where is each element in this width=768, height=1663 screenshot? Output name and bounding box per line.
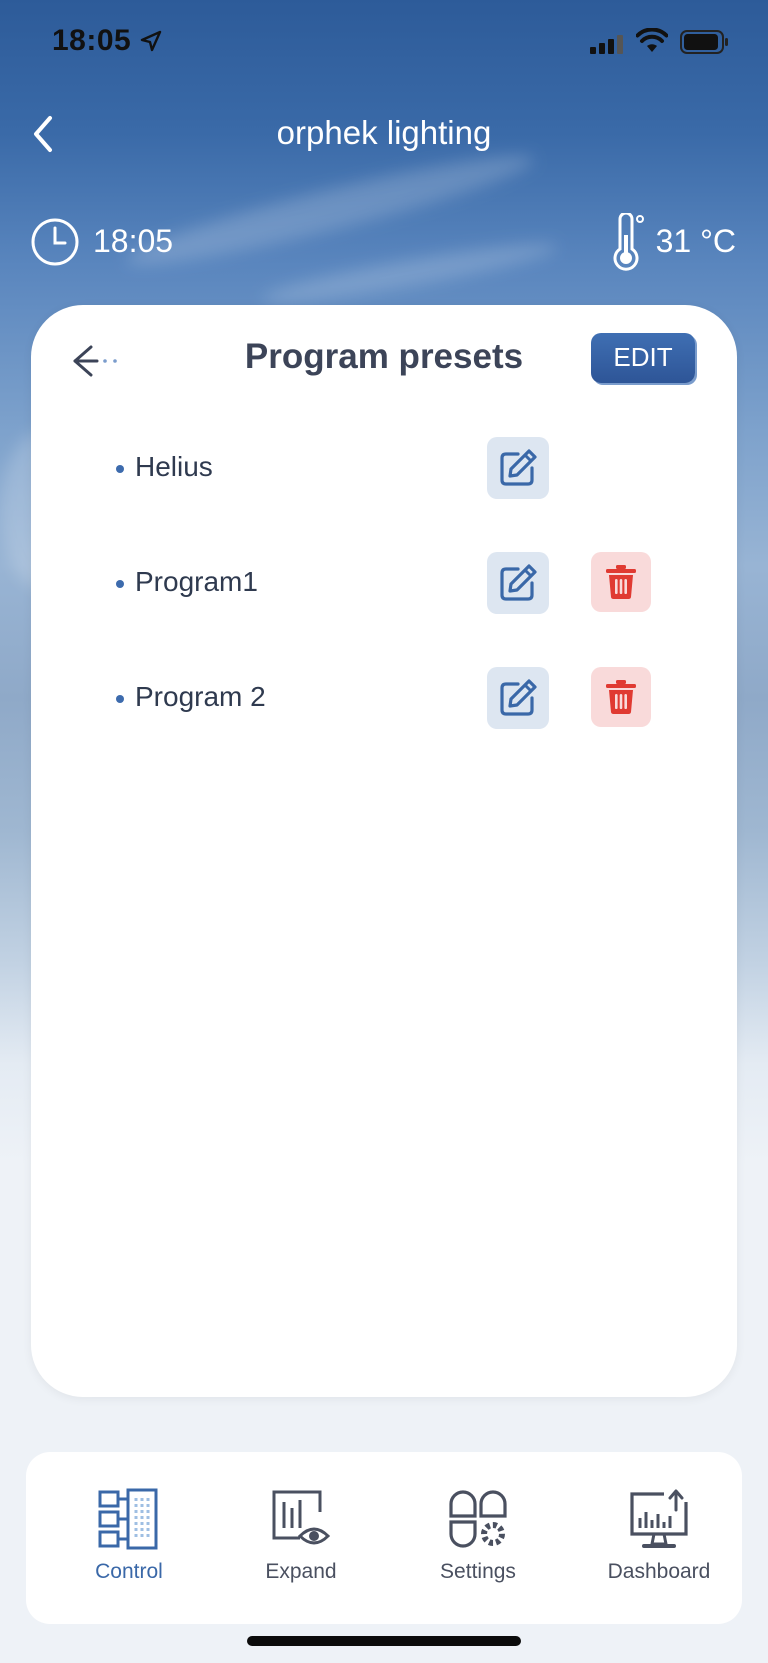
preset-name: Helius: [135, 451, 213, 482]
wifi-icon: [635, 27, 669, 59]
clock-icon: [30, 217, 80, 272]
nav-label: Settings: [440, 1560, 516, 1583]
nav-label: Expand: [265, 1560, 337, 1583]
trash-icon: [606, 565, 636, 599]
preset-item: Helius: [31, 437, 737, 501]
bullet: [116, 580, 124, 588]
edit-preset-button[interactable]: [487, 667, 549, 729]
nav-item-control[interactable]: Control: [44, 1488, 214, 1598]
thermometer-icon: [610, 211, 646, 276]
pencil-square-icon: [500, 449, 537, 486]
status-time: 18:05: [52, 24, 132, 57]
nav-label: Dashboard: [607, 1560, 711, 1583]
status-bar: 18:05: [0, 0, 768, 90]
pencil-square-icon: [500, 679, 537, 716]
expand-icon: [272, 1490, 331, 1545]
program-presets-card: Program presets EDIT Helius Program1 Pro…: [31, 305, 737, 1397]
trash-icon: [606, 680, 636, 714]
home-indicator[interactable]: [247, 1636, 521, 1646]
preset-name: Program 2: [135, 681, 266, 712]
delete-preset-button[interactable]: [591, 552, 651, 612]
control-icon: [98, 1488, 158, 1550]
pencil-square-icon: [500, 564, 537, 601]
info-row: 18:05 31 °C: [0, 211, 768, 272]
preset-name: Program1: [135, 566, 258, 597]
app-title: orphek lighting: [276, 114, 492, 151]
edit-button[interactable]: EDIT: [591, 333, 695, 383]
edit-preset-button[interactable]: [487, 437, 549, 499]
nav-item-settings[interactable]: Settings: [393, 1488, 563, 1598]
delete-preset-button[interactable]: [591, 667, 651, 727]
preset-item: Program 2: [31, 667, 737, 731]
temperature-value: 31 °C: [655, 223, 736, 259]
bottom-navigation: Control Expand Settings Dashboard: [26, 1452, 742, 1624]
cellular-signal-icon: [590, 34, 624, 59]
bullet: [116, 465, 124, 473]
nav-item-dashboard[interactable]: Dashboard: [574, 1488, 744, 1598]
preset-item: Program1: [31, 552, 737, 616]
nav-label: Control: [95, 1560, 163, 1583]
settings-icon: [449, 1490, 507, 1548]
clock-time: 18:05: [93, 223, 174, 259]
nav-item-expand[interactable]: Expand: [216, 1488, 386, 1598]
bullet: [116, 695, 124, 703]
edit-preset-button[interactable]: [487, 552, 549, 614]
battery-icon: [680, 30, 730, 59]
location-arrow-icon: [140, 30, 162, 57]
dashboard-icon: [630, 1489, 688, 1548]
